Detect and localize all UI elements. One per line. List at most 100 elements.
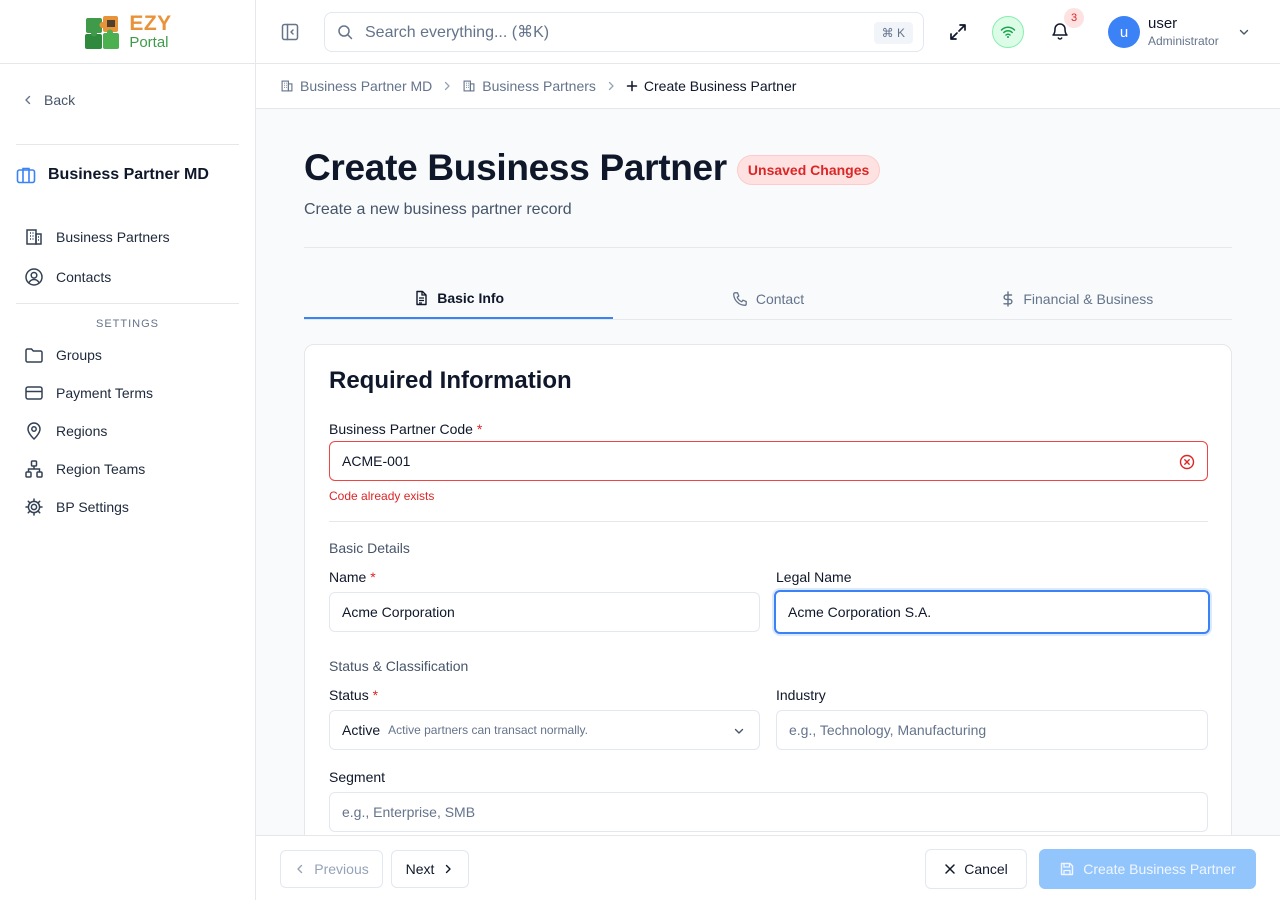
sidebar-item-label: Business Partners: [56, 229, 170, 245]
expand-icon: [950, 24, 966, 40]
next-label: Next: [405, 861, 435, 877]
building-icon: [26, 229, 42, 245]
user-role: Administrator: [1148, 34, 1219, 48]
chevron-left-icon: [297, 864, 303, 874]
search-shortcut: ⌘ K: [873, 22, 913, 44]
back-label: Back: [44, 92, 76, 108]
connection-status-button[interactable]: [992, 16, 1024, 48]
chevron-right-icon: [608, 81, 614, 91]
back-link[interactable]: Back: [22, 92, 75, 108]
avatar[interactable]: u: [1108, 16, 1140, 48]
bp-code-field[interactable]: ACME-001: [329, 441, 1208, 481]
status-classification-heading: Status & Classification: [329, 658, 469, 674]
next-button[interactable]: Next: [391, 850, 469, 888]
sidebar-item-label: Region Teams: [56, 461, 146, 477]
sidebar-divider: [16, 303, 239, 304]
notification-count-badge: 3: [1064, 8, 1084, 28]
main-content: Create Business Partner Unsaved Changes …: [256, 109, 1280, 835]
breadcrumb-item-list[interactable]: Business Partners: [462, 78, 596, 94]
chevron-left-icon: [25, 95, 31, 105]
phone-icon: [732, 292, 747, 306]
sidebar-item-payment-terms[interactable]: Payment Terms: [24, 383, 153, 403]
legal-name-field[interactable]: Acme Corporation S.A.: [774, 590, 1210, 634]
sidebar-item-region-teams[interactable]: Region Teams: [24, 459, 145, 479]
search-input[interactable]: Search everything... (⌘K) ⌘ K: [324, 12, 924, 52]
sidebar-item-label: Groups: [56, 347, 102, 363]
basic-details-heading: Basic Details: [329, 540, 410, 556]
segment-label: Segment: [329, 769, 386, 785]
previous-label: Previous: [314, 861, 369, 877]
create-business-partner-button[interactable]: Create Business Partner: [1039, 849, 1256, 889]
tab-label: Contact: [755, 291, 805, 307]
required-marker: *: [372, 687, 379, 703]
breadcrumb-item-module[interactable]: Business Partner MD: [280, 78, 432, 94]
sidebar-item-business-partners[interactable]: Business Partners: [24, 227, 170, 247]
chevron-right-icon: [445, 81, 450, 91]
logo-area: EZY Portal: [0, 0, 255, 64]
sidebar-toggle-button[interactable]: [280, 22, 300, 42]
tab-contact[interactable]: Contact: [613, 279, 922, 319]
folder-icon: [25, 348, 43, 363]
tab-label: Basic Info: [437, 290, 505, 306]
map-pin-icon: [27, 422, 41, 441]
name-value: Acme Corporation: [342, 604, 455, 620]
fullscreen-button[interactable]: [948, 22, 968, 42]
sidebar-item-groups[interactable]: Groups: [24, 345, 102, 365]
building-icon: [463, 80, 475, 92]
sidebar-item-bp-settings[interactable]: BP Settings: [24, 497, 129, 517]
page-title: Create Business Partner: [304, 147, 727, 188]
module-title-text: Business Partner MD: [48, 166, 209, 183]
status-value: Active: [342, 722, 381, 738]
card-divider: [329, 521, 1208, 522]
close-icon: [945, 864, 955, 874]
tab-basic-info[interactable]: Basic Info: [304, 279, 614, 319]
breadcrumb-label: Business Partner MD: [300, 78, 433, 94]
status-badge: Unsaved Changes: [736, 155, 881, 185]
chevron-right-icon: [446, 864, 452, 874]
brand-logo[interactable]: EZY Portal: [83, 12, 171, 52]
brand-sub: Portal: [129, 34, 169, 51]
user-name[interactable]: user: [1148, 15, 1177, 32]
wifi-icon: [1000, 26, 1016, 38]
sidebar-item-contacts[interactable]: Contacts: [24, 267, 111, 287]
gear-icon: [25, 498, 43, 516]
bp-code-value: ACME-001: [342, 453, 411, 469]
breadcrumb-label: Business Partners: [482, 78, 596, 94]
sidebar-item-label: BP Settings: [56, 499, 129, 515]
panel-left-icon: [281, 23, 299, 41]
save-icon: [1061, 862, 1074, 876]
title-row: Create Business Partner Unsaved Changes: [304, 147, 881, 189]
header-divider: [304, 247, 1232, 248]
breadcrumb-label: Create Business Partner: [643, 78, 797, 94]
search-placeholder: Search everything... (⌘K): [365, 24, 550, 41]
building-icon: [281, 80, 293, 92]
chevron-down-icon: [1239, 29, 1249, 35]
page-subtitle: Create a new business partner record: [304, 201, 572, 218]
status-select[interactable]: Active Active partners can transact norm…: [329, 710, 760, 750]
search-icon: [338, 25, 353, 40]
cancel-button[interactable]: Cancel: [925, 849, 1027, 889]
segment-field[interactable]: e.g., Enterprise, SMB: [329, 792, 1208, 832]
puzzle-logo-icon: [85, 15, 120, 49]
status-label: Status *: [329, 687, 379, 703]
sidebar-item-regions[interactable]: Regions: [24, 421, 107, 441]
name-field[interactable]: Acme Corporation: [329, 592, 760, 632]
briefcase-icon: [16, 167, 36, 184]
user-menu-toggle[interactable]: [1238, 26, 1250, 38]
cancel-label: Cancel: [964, 861, 1008, 877]
segment-placeholder: e.g., Enterprise, SMB: [342, 804, 476, 820]
previous-button[interactable]: Previous: [280, 850, 383, 888]
sidebar: EZY Portal Back Business Partner MD Busi…: [0, 0, 256, 900]
credit-card-icon: [25, 386, 43, 400]
industry-field[interactable]: e.g., Technology, Manufacturing: [776, 710, 1208, 750]
sidebar-item-label: Regions: [56, 423, 108, 439]
tab-bar: Basic Info Contact Financial & Business: [304, 279, 1232, 320]
tab-label: Financial & Business: [1023, 291, 1154, 307]
required-marker: *: [476, 421, 483, 437]
file-text-icon: [416, 290, 427, 306]
section-title: Required Information: [329, 367, 572, 394]
tab-financial-business[interactable]: Financial & Business: [923, 279, 1232, 319]
industry-label: Industry: [776, 687, 826, 703]
legal-name-label: Legal Name: [776, 569, 852, 585]
breadcrumb: Business Partner MD Business Partners Cr…: [256, 64, 1280, 109]
